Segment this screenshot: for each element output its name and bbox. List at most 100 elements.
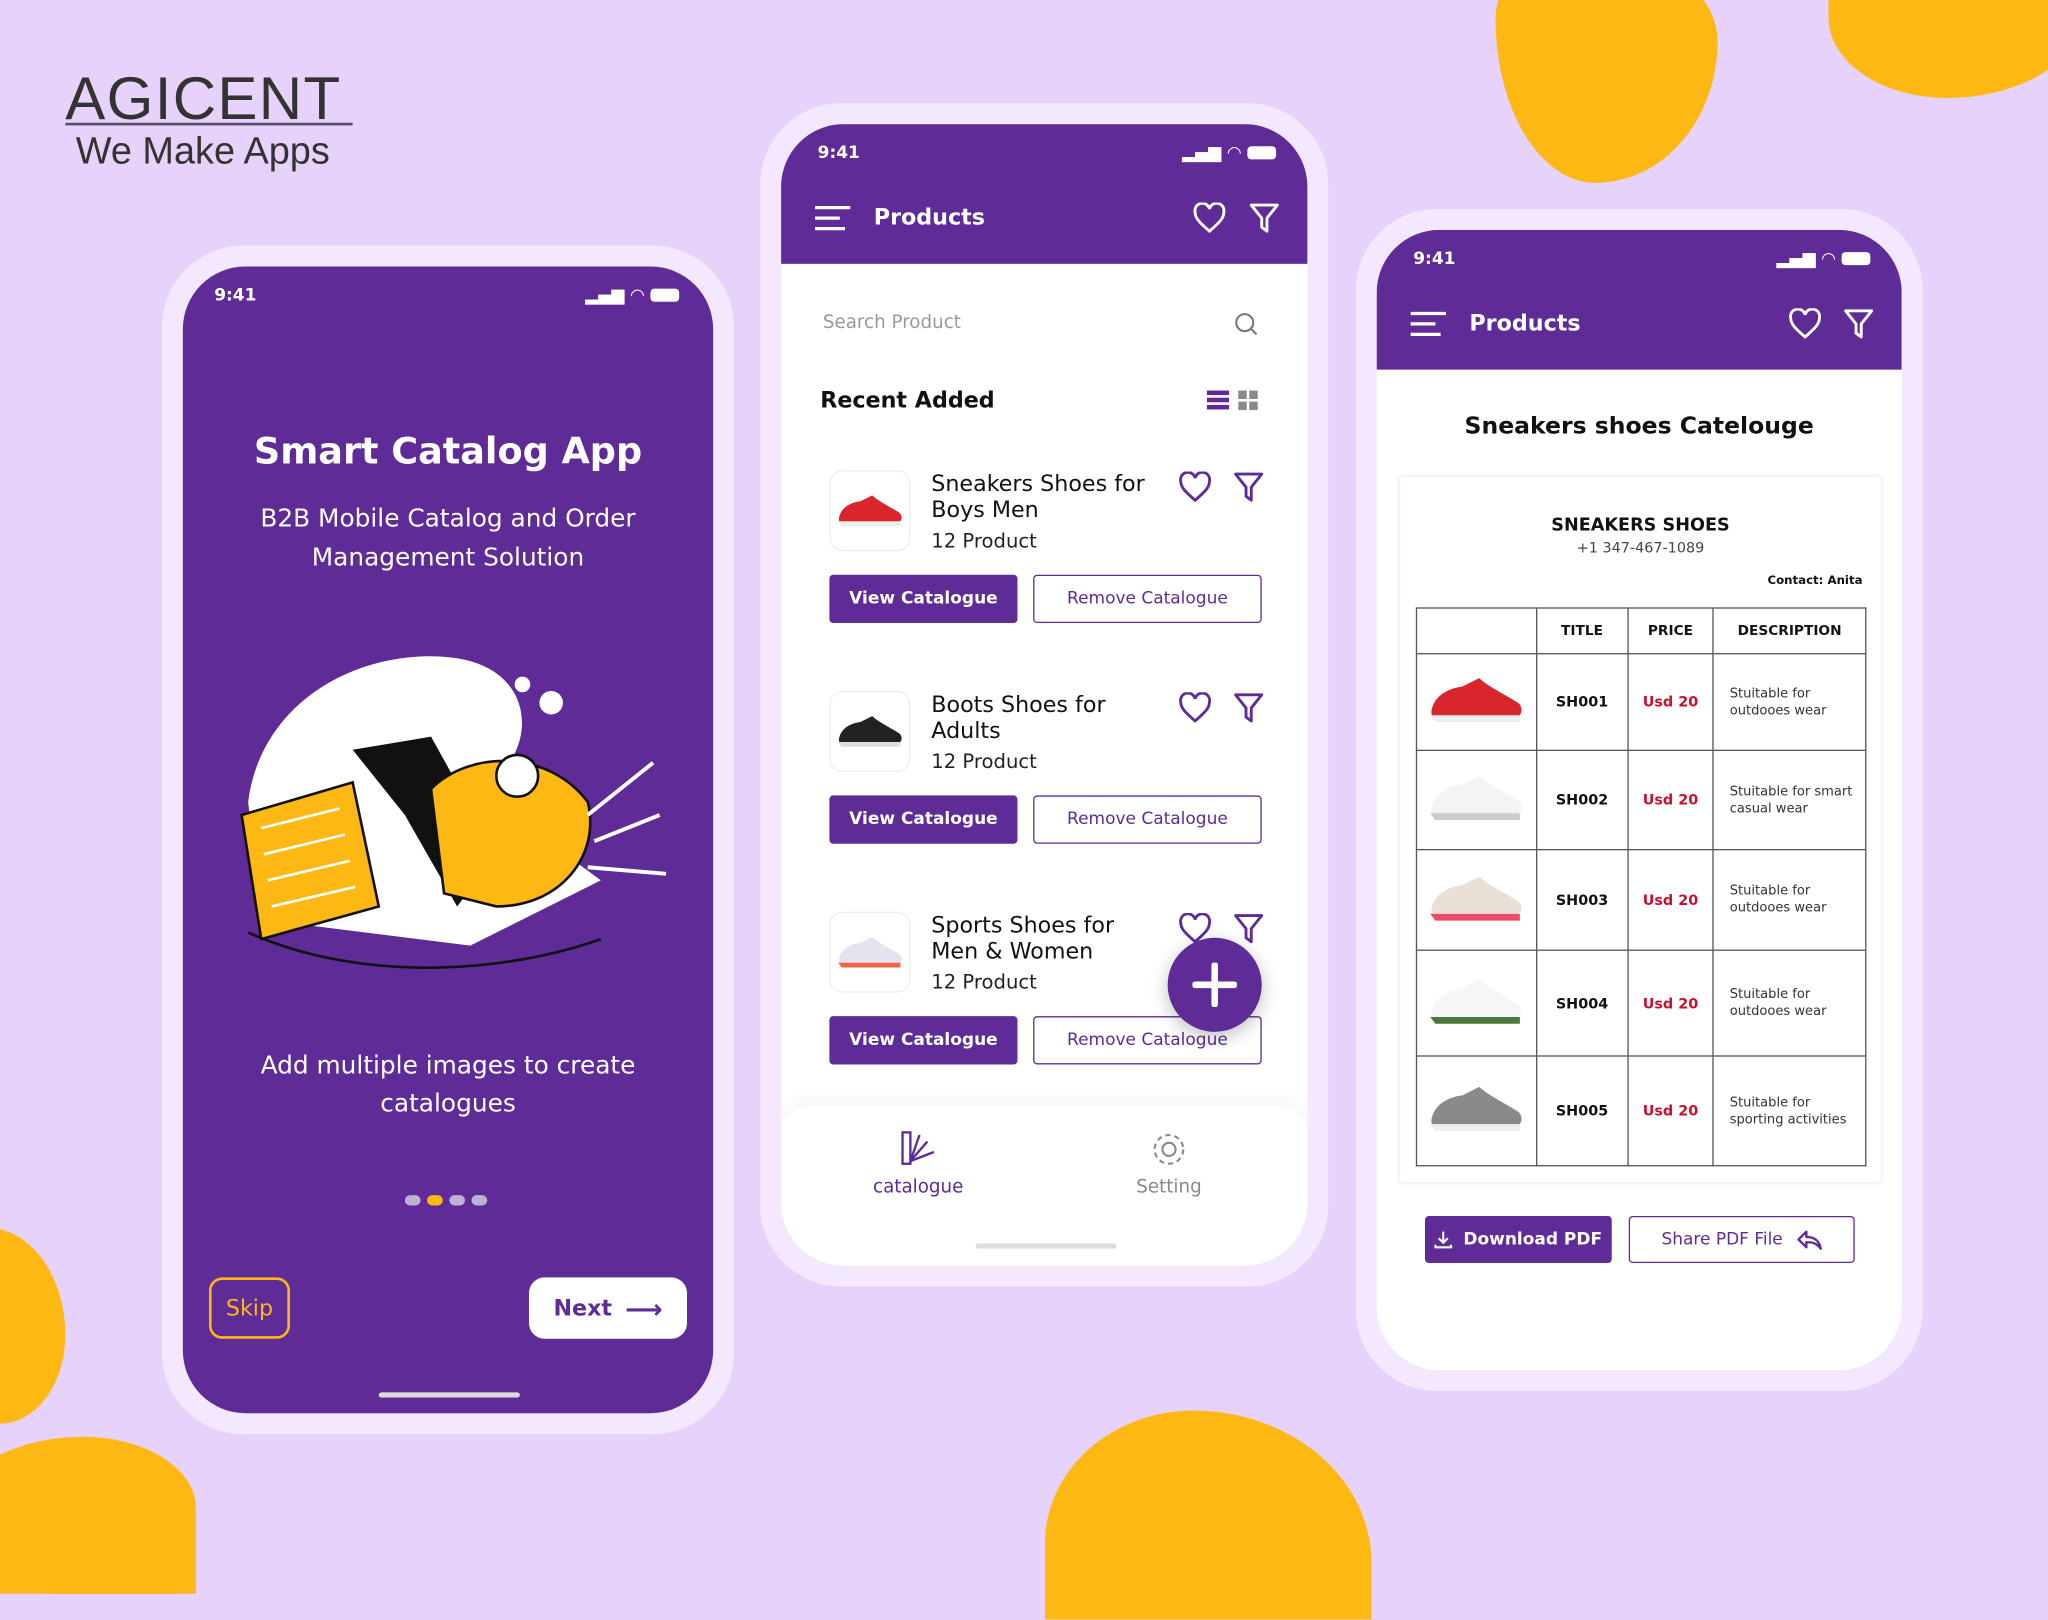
table-row: SH002 Usd 20 Stuitable for smart casual … (1415, 749, 1867, 851)
decor-blob (1495, 0, 1718, 183)
row-price: Usd 20 (1626, 1055, 1715, 1167)
view-catalogue-button[interactable]: View Catalogue (829, 1016, 1018, 1065)
catalog-illustration (240, 656, 667, 969)
shoe-image (1430, 776, 1523, 821)
row-image (1415, 1055, 1538, 1167)
shoe-image (838, 495, 902, 526)
heart-icon[interactable] (1178, 471, 1212, 503)
doc-phone: +1 347-467-1089 (1576, 539, 1705, 557)
page-dot[interactable] (449, 1195, 465, 1206)
home-indicator (378, 1392, 520, 1398)
battery-icon (650, 288, 680, 302)
row-image (1415, 749, 1538, 851)
gear-icon (1153, 1133, 1185, 1165)
status-bar: 9:41 ▂▄▆ ◠ (817, 140, 1277, 166)
battery-icon (1841, 252, 1871, 266)
next-label: Next (553, 1295, 613, 1322)
catalogue-title: Sneakers shoes Catelouge (1464, 412, 1814, 441)
swatch-icon (901, 1131, 935, 1165)
app-header: 9:41 ▂▄▆ ◠ Products (1376, 229, 1902, 370)
download-label: Download PDF (1463, 1229, 1603, 1250)
column-header: DESCRIPTION (1712, 607, 1867, 655)
row-image (1415, 949, 1538, 1057)
app-header: 9:41 ▂▄▆ ◠ Products (781, 124, 1308, 264)
search-icon[interactable] (1234, 312, 1258, 336)
row-price: Usd 20 (1626, 653, 1715, 752)
row-image (1415, 848, 1538, 951)
phone-onboarding: 9:41 ▂▄▆ ◠ Smart Catalog App B2B Mobile C… (161, 245, 735, 1435)
column-header: PRICE (1626, 607, 1715, 655)
remove-catalogue-button[interactable]: Remove Catalogue (1033, 574, 1262, 624)
page-indicator (404, 1195, 488, 1206)
onboarding-subtitle: B2B Mobile Catalog and Order Management … (260, 504, 636, 573)
shoe-image (838, 936, 902, 968)
search-input[interactable]: Search Product (823, 312, 1215, 333)
row-image (1415, 653, 1538, 752)
status-bar: 9:41 ▂▄▆ ◠ (1413, 246, 1871, 272)
shoe-image (838, 716, 902, 747)
column-header: TITLE (1535, 607, 1629, 655)
filter-icon[interactable] (1233, 472, 1264, 503)
page-dot[interactable] (471, 1195, 488, 1206)
filter-icon[interactable] (1249, 202, 1280, 233)
row-description: Stuitable for outdooes wear (1712, 653, 1867, 752)
next-button[interactable]: Next ⟶ (528, 1277, 688, 1339)
remove-catalogue-button[interactable]: Remove Catalogue (1033, 795, 1262, 844)
view-catalogue-button[interactable]: View Catalogue (829, 795, 1018, 844)
menu-icon[interactable] (814, 205, 853, 231)
nav-item-catalogue[interactable]: catalogue (859, 1130, 977, 1198)
page-dot[interactable] (404, 1195, 421, 1206)
bottom-nav: catalogue Setting (781, 1106, 1308, 1266)
signal-icon: ▂▄▆ (585, 285, 625, 305)
product-title: Sneakers Shoes for Boys Men (931, 471, 1145, 524)
filter-icon[interactable] (1233, 692, 1264, 723)
view-catalogue-button[interactable]: View Catalogue (829, 574, 1018, 624)
shoe-image (1430, 1086, 1523, 1131)
doc-heading: SNEAKERS SHOES (1551, 514, 1730, 536)
decor-blob (1828, 0, 2048, 98)
wifi-icon: ◠ (1822, 248, 1836, 269)
catalogue-table: TITLE PRICE DESCRIPTION SH001 Usd 20 Stuit… (1415, 607, 1867, 1167)
filter-icon[interactable] (1843, 308, 1874, 339)
shoe-image (1430, 875, 1523, 920)
row-description: Stuitable for sporting activities (1712, 1055, 1867, 1167)
battery-icon (1247, 146, 1277, 160)
heart-icon[interactable] (1178, 692, 1212, 723)
product-thumbnail[interactable] (829, 690, 911, 772)
status-time: 9:41 (214, 285, 257, 305)
decor-blob (0, 1227, 66, 1424)
row-price: Usd 20 (1626, 949, 1715, 1057)
status-time: 9:41 (817, 143, 860, 163)
onboarding-title: Smart Catalog App (253, 429, 643, 473)
row-description: Stuitable for outdooes wear (1712, 949, 1867, 1057)
heart-icon[interactable] (1788, 308, 1822, 339)
row-description: Stuitable for smart casual wear (1712, 749, 1867, 851)
product-count: 12 Product (931, 749, 1037, 774)
add-button[interactable] (1167, 937, 1262, 1032)
list-view-icon[interactable] (1206, 390, 1230, 411)
catalogue-document[interactable]: SNEAKERS SHOES +1 347-467-1089 Contact: … (1400, 476, 1881, 1183)
page-dot-active[interactable] (427, 1195, 443, 1206)
product-count: 12 Product (931, 528, 1037, 553)
menu-icon[interactable] (1409, 311, 1448, 337)
reply-icon (1797, 1230, 1822, 1250)
nav-label: catalogue (873, 1176, 964, 1198)
row-description: Stuitable for outdooes wear (1712, 848, 1867, 951)
table-row: SH005 Usd 20 Stuitable for sporting acti… (1415, 1055, 1867, 1167)
download-pdf-button[interactable]: Download PDF (1424, 1215, 1612, 1264)
product-thumbnail[interactable] (829, 911, 911, 993)
product-title: Sports Shoes for Men & Women (931, 912, 1115, 966)
row-title: SH004 (1535, 949, 1629, 1057)
arrow-right-icon: ⟶ (625, 1292, 663, 1324)
nav-item-setting[interactable]: Setting (1110, 1130, 1228, 1198)
section-title: Recent Added (820, 387, 995, 415)
heart-icon[interactable] (1192, 202, 1226, 234)
phone-products: 9:41 ▂▄▆ ◠ Products Search Product Recent… (760, 103, 1329, 1287)
logo-underline (65, 122, 353, 126)
grid-view-icon[interactable] (1238, 390, 1258, 411)
filter-icon[interactable] (1233, 913, 1264, 944)
product-thumbnail[interactable] (829, 470, 911, 552)
skip-button[interactable]: Skip (208, 1277, 290, 1339)
share-pdf-button[interactable]: Share PDF File (1628, 1215, 1855, 1264)
status-bar: 9:41 ▂▄▆ ◠ (214, 282, 680, 308)
